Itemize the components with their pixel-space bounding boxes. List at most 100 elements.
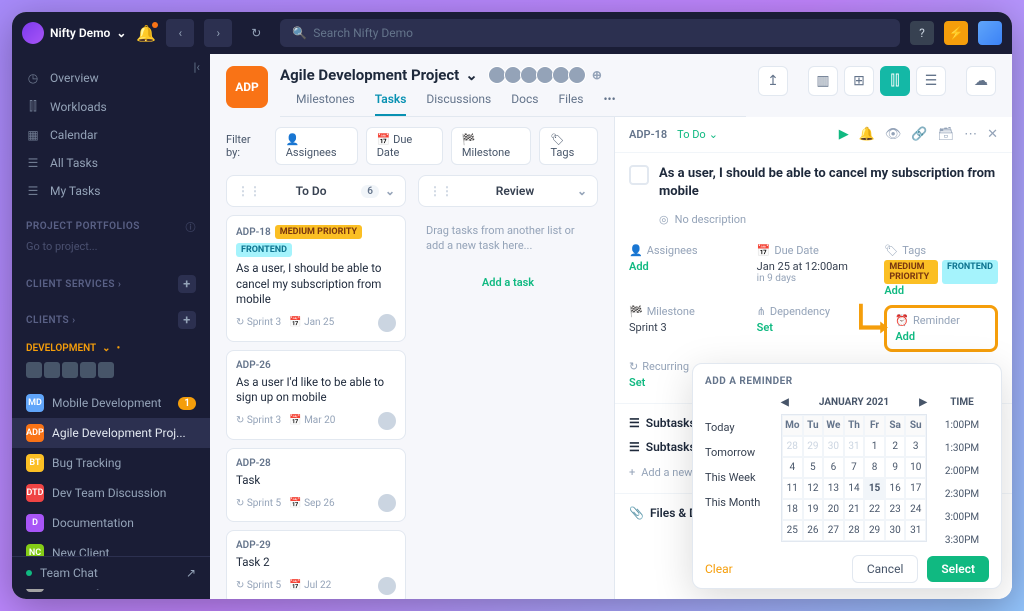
calendar-day[interactable]: 17 <box>905 478 926 499</box>
bell-icon[interactable]: 🔔 <box>136 24 156 43</box>
calendar-day[interactable]: 28 <box>782 436 803 457</box>
calendar-day[interactable]: 2 <box>885 436 906 457</box>
filter-due-date[interactable]: 📅 Due Date <box>366 127 443 165</box>
more-icon[interactable]: ⋯ <box>964 127 977 142</box>
tab-tasks[interactable]: Tasks <box>375 92 407 116</box>
client-services-header[interactable]: CLIENT SERVICES › + <box>12 261 210 297</box>
collapse-sidebar-icon[interactable]: |‹ <box>193 60 200 74</box>
calendar-day[interactable]: 24 <box>905 499 926 520</box>
time-option[interactable]: 1:30PM <box>935 437 989 460</box>
project-title[interactable]: Agile Development Project ⌄ ⊕ <box>280 66 746 84</box>
go-to-project[interactable]: Go to project... <box>12 238 210 261</box>
calendar-day[interactable]: 31 <box>905 520 926 541</box>
add-button[interactable]: + <box>178 311 196 329</box>
calendar-day[interactable]: 29 <box>803 436 824 457</box>
add-member-icon[interactable]: ⊕ <box>592 68 602 82</box>
calendar-day[interactable]: 16 <box>885 478 906 499</box>
calendar-day[interactable]: 9 <box>885 457 906 478</box>
quick-option[interactable]: Tomorrow <box>705 446 773 459</box>
filter-milestone[interactable]: 🏁 Milestone <box>451 127 532 165</box>
project-members[interactable] <box>492 66 586 84</box>
history-icon[interactable]: ↻ <box>242 19 270 47</box>
eye-icon[interactable]: 👁 <box>885 127 902 142</box>
task-card[interactable]: ADP-18MEDIUM PRIORITYFRONTEND As a user,… <box>226 215 406 342</box>
archive-icon[interactable]: 🗃 <box>938 127 955 142</box>
quick-option[interactable]: This Week <box>705 471 773 484</box>
task-card[interactable]: ADP-29 Task 2 ↻ Sprint 5📅 Jul 22 <box>226 530 406 599</box>
calendar-day[interactable]: 22 <box>864 499 885 520</box>
filter-tags[interactable]: 🏷 Tags <box>539 127 598 165</box>
calendar-day[interactable]: 26 <box>803 520 824 541</box>
development-header[interactable]: DEVELOPMENT⌄• <box>12 333 210 358</box>
calendar-day[interactable]: 10 <box>905 457 926 478</box>
help-icon[interactable]: ? <box>910 21 934 45</box>
calendar-day[interactable]: 12 <box>803 478 824 499</box>
calendar-day[interactable]: 30 <box>885 520 906 541</box>
time-option[interactable]: 2:30PM <box>935 483 989 506</box>
calendar-day[interactable]: 13 <box>823 478 844 499</box>
dependency-field[interactable]: ⋔ Dependency Set <box>757 305 871 352</box>
tab-•••[interactable]: ••• <box>603 92 615 116</box>
calendar-day[interactable]: 8 <box>864 457 885 478</box>
assignees-field[interactable]: 👤 Assignees Add <box>629 244 743 297</box>
project-item[interactable]: DDocumentation <box>12 508 210 538</box>
calendar-day[interactable]: 19 <box>803 499 824 520</box>
calendar-day[interactable]: 27 <box>823 520 844 541</box>
search-input[interactable]: 🔍 Search Nifty Demo <box>280 19 900 47</box>
select-button[interactable]: Select <box>927 556 989 582</box>
prev-month-icon[interactable]: ◀ <box>781 397 789 408</box>
task-card[interactable]: ADP-28 Task ↻ Sprint 5📅 Sep 26 <box>226 448 406 523</box>
project-item[interactable]: MDMobile Development1 <box>12 388 210 418</box>
calendar-day[interactable]: 25 <box>782 520 803 541</box>
info-icon[interactable]: ⓘ <box>186 219 197 234</box>
clients-header[interactable]: CLIENTS › + <box>12 297 210 333</box>
list-view-icon[interactable]: ☰ <box>916 66 946 96</box>
expand-icon[interactable]: ↗ <box>186 566 196 580</box>
cloud-icon[interactable]: ☁ <box>966 66 996 96</box>
brand[interactable]: Nifty Demo ⌄ <box>22 22 126 44</box>
project-item[interactable]: BTBug Tracking <box>12 448 210 478</box>
calendar-day[interactable]: 20 <box>823 499 844 520</box>
time-option[interactable]: 3:00PM <box>935 506 989 529</box>
nav-back-button[interactable]: ‹ <box>166 19 194 47</box>
nav-forward-button[interactable]: › <box>204 19 232 47</box>
grid-view-icon[interactable]: ⊞ <box>844 66 874 96</box>
close-icon[interactable]: ✕ <box>987 127 998 142</box>
time-option[interactable]: 3:30PM <box>935 529 989 552</box>
task-card[interactable]: ADP-26 As a user I'd like to be able to … <box>226 350 406 440</box>
due-date-field[interactable]: 📅 Due Date Jan 25 at 12:00am in 9 days <box>757 244 871 297</box>
calendar-day[interactable]: 29 <box>864 520 885 541</box>
project-item[interactable]: NPNew Project <box>12 598 210 599</box>
milestone-field[interactable]: 🏁 Milestone Sprint 3 <box>629 305 743 352</box>
user-avatar[interactable] <box>978 21 1002 45</box>
task-title[interactable]: As a user, I should be able to cancel my… <box>659 165 998 201</box>
complete-checkbox[interactable] <box>629 165 649 185</box>
calendar-view-icon[interactable]: ▥ <box>808 66 838 96</box>
bell-icon[interactable]: 🔔 <box>859 127 875 142</box>
clear-button[interactable]: Clear <box>705 562 733 576</box>
project-item[interactable]: ADPAgile Development Proj... <box>12 418 210 448</box>
calendar-day[interactable]: 30 <box>823 436 844 457</box>
calendar-day[interactable]: 11 <box>782 478 803 499</box>
quick-option[interactable]: This Month <box>705 496 773 509</box>
next-month-icon[interactable]: ▶ <box>919 397 927 408</box>
calendar-day[interactable]: 31 <box>844 436 865 457</box>
calendar-day[interactable]: 28 <box>844 520 865 541</box>
tab-files[interactable]: Files <box>558 92 583 116</box>
tab-discussions[interactable]: Discussions <box>426 92 491 116</box>
share-button[interactable]: ↥ <box>758 66 788 96</box>
reminder-field[interactable]: ⏰ Reminder Add <box>884 305 998 352</box>
tab-docs[interactable]: Docs <box>511 92 538 116</box>
team-chat[interactable]: Team Chat ↗ <box>12 556 210 589</box>
calendar-day[interactable]: 7 <box>844 457 865 478</box>
cancel-button[interactable]: Cancel <box>852 555 919 583</box>
description-placeholder[interactable]: ◎ No description <box>615 213 1012 238</box>
tags-field[interactable]: 🏷 Tags MEDIUM PRIORITYFRONTEND Add <box>884 244 998 297</box>
project-item[interactable]: DTDDev Team Discussion <box>12 478 210 508</box>
quick-option[interactable]: Today <box>705 421 773 434</box>
time-option[interactable]: 2:00PM <box>935 460 989 483</box>
bolt-icon[interactable]: ⚡ <box>944 21 968 45</box>
link-icon[interactable]: 🔗 <box>911 127 927 142</box>
calendar-day[interactable]: 6 <box>823 457 844 478</box>
play-icon[interactable]: ▶ <box>839 127 849 142</box>
